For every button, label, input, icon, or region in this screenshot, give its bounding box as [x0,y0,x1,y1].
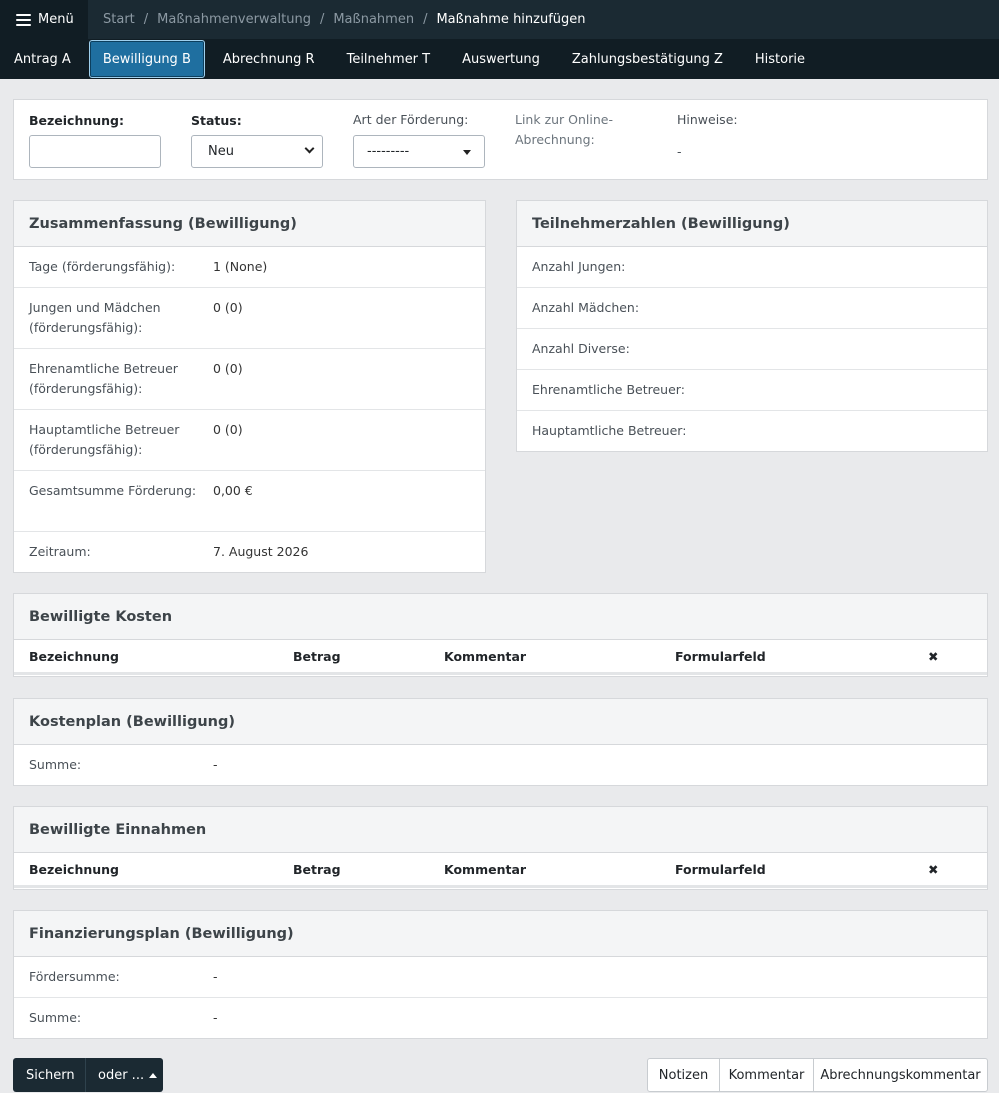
menu-button[interactable]: Menü [0,0,88,39]
summary-row: Tage (förderungsfähig): 1 (None) [14,247,485,288]
art-value: --------- [367,144,410,159]
breadcrumb-massnahmen[interactable]: Maßnahmen [333,12,414,27]
tab-antrag[interactable]: Antrag A [0,40,85,78]
summary-key: Ehrenamtliche Betreuer (förderungsfähig)… [29,361,178,396]
billing-comment-button[interactable]: Abrechnungskommentar [813,1058,988,1092]
tab-historie[interactable]: Historie [741,40,819,78]
summary-value: 0,00 € [213,483,253,498]
summary-value: 7. August 2026 [213,544,309,559]
summary-title: Zusammenfassung (Bewilligung) [14,201,485,247]
status-value: Neu [208,144,234,159]
financing-plan-card: Finanzierungsplan (Bewilligung) Fördersu… [13,910,988,1039]
tab-bar: Antrag A Bewilligung B Abrechnung R Teil… [0,39,999,79]
summary-value: 1 (None) [213,259,268,274]
breadcrumb: Start / Maßnahmenverwaltung / Maßnahmen … [88,12,586,27]
summary-value: 0 (0) [213,422,243,437]
breadcrumb-separator: / [143,12,149,27]
breadcrumb-separator: / [423,12,428,27]
summary-row: Gesamtsumme Förderung: 0,00 € [14,471,485,532]
participants-row: Ehrenamtliche Betreuer: [517,370,987,411]
tab-zahlungsbestaetigung[interactable]: Zahlungsbestätigung Z [558,40,737,78]
col-kommentar: Kommentar [444,861,527,877]
approved-costs-card: Bewilligte Kosten Bezeichnung Betrag Kom… [13,593,988,677]
summary-row: Jungen und Mädchen (förderungsfähig): 0 (… [14,288,485,349]
financing-plan-title: Finanzierungsplan (Bewilligung) [14,911,987,957]
financing-sum-value: - [213,1010,218,1025]
caret-down-icon [463,150,471,155]
measure-form-panel: Bezeichnung: Status: Neu Art der Förderu… [13,99,988,180]
action-footer: Sichern oder ... Notizen Kommentar Abrec… [0,1054,999,1093]
financing-funding-value: - [213,969,218,984]
cost-plan-title: Kostenplan (Bewilligung) [14,699,987,745]
col-kommentar: Kommentar [444,648,527,664]
bezeichnung-label: Bezeichnung: [29,113,124,128]
hinweise-label: Hinweise: [677,112,738,127]
financing-sum-row: Summe: - [14,998,987,1039]
delete-column-icon: ✖ [928,861,939,877]
comment-button[interactable]: Kommentar [719,1058,814,1092]
bezeichnung-input[interactable] [29,135,161,168]
financing-funding-row: Fördersumme: - [14,957,987,998]
status-label: Status: [191,113,242,128]
chevron-down-icon [304,143,315,154]
status-select[interactable]: Neu [191,135,323,168]
approved-costs-table-header: Bezeichnung Betrag Kommentar Formularfel… [14,640,987,675]
participants-title: Teilnehmerzahlen (Bewilligung) [517,201,987,247]
breadcrumb-start[interactable]: Start [103,12,135,27]
summary-key: Jungen und Mädchen (förderungsfähig): [29,300,161,335]
summary-key: Tage (förderungsfähig): [29,259,176,274]
top-navbar: Menü Start / Maßnahmenverwaltung / Maßna… [0,0,999,39]
participants-row: Anzahl Jungen: [517,247,987,288]
approved-income-table-header: Bezeichnung Betrag Kommentar Formularfel… [14,853,987,888]
cost-plan-sum-label: Summe: [29,757,82,772]
summary-row: Zeitraum: 7. August 2026 [14,532,485,573]
financing-funding-label: Fördersumme: [29,969,120,984]
approved-income-card: Bewilligte Einnahmen Bezeichnung Betrag … [13,806,988,890]
summary-key: Hauptamtliche Betreuer (förderungsfähig)… [29,422,180,457]
approved-income-title: Bewilligte Einnahmen [14,807,987,853]
financing-sum-label: Summe: [29,1010,82,1025]
col-formularfeld: Formularfeld [675,648,766,664]
caret-up-icon [149,1072,158,1078]
summary-value: 0 (0) [213,361,243,376]
col-betrag: Betrag [293,648,341,664]
hinweise-value: - [677,144,682,159]
col-bezeichnung: Bezeichnung [29,861,119,877]
menu-label: Menü [38,12,74,27]
participants-card: Teilnehmerzahlen (Bewilligung) Anzahl Ju… [516,200,988,452]
breadcrumb-separator: / [319,12,325,27]
breadcrumb-current: Maßnahme hinzufügen [436,12,586,27]
col-betrag: Betrag [293,861,341,877]
summary-key: Gesamtsumme Förderung: [29,483,197,498]
participants-row: Anzahl Diverse: [517,329,987,370]
participants-row: Anzahl Mädchen: [517,288,987,329]
tab-abrechnung[interactable]: Abrechnung R [209,40,329,78]
summary-value: 0 (0) [213,300,243,315]
save-button[interactable]: Sichern [13,1058,85,1092]
summary-card: Zusammenfassung (Bewilligung) Tage (förd… [13,200,486,573]
tab-teilnehmer[interactable]: Teilnehmer T [333,40,445,78]
breadcrumb-massnahmenverwaltung[interactable]: Maßnahmenverwaltung [157,12,311,27]
cost-plan-sum-value: - [213,757,218,772]
hamburger-icon [16,13,31,26]
participants-row: Hauptamtliche Betreuer: [532,423,687,438]
art-foerderung-select[interactable]: --------- [353,135,485,168]
delete-column-icon: ✖ [928,648,939,664]
cost-plan-sum-row: Summe: - [14,745,987,786]
more-actions-label: oder ... [98,1067,145,1083]
approved-costs-title: Bewilligte Kosten [14,594,987,640]
online-link-label: Link zur Online-Abrechnung: [515,112,613,147]
art-label: Art der Förderung: [353,112,469,127]
summary-row: Hauptamtliche Betreuer (förderungsfähig)… [14,410,485,471]
cost-plan-card: Kostenplan (Bewilligung) Summe: - [13,698,988,786]
more-actions-button[interactable]: oder ... [85,1058,163,1092]
col-formularfeld: Formularfeld [675,861,766,877]
summary-key: Zeitraum: [29,544,91,559]
tab-auswertung[interactable]: Auswertung [448,40,554,78]
tab-bewilligung[interactable]: Bewilligung B [88,40,205,78]
col-bezeichnung: Bezeichnung [29,648,119,664]
summary-row: Ehrenamtliche Betreuer (förderungsfähig)… [14,349,485,410]
notes-button[interactable]: Notizen [647,1058,720,1092]
